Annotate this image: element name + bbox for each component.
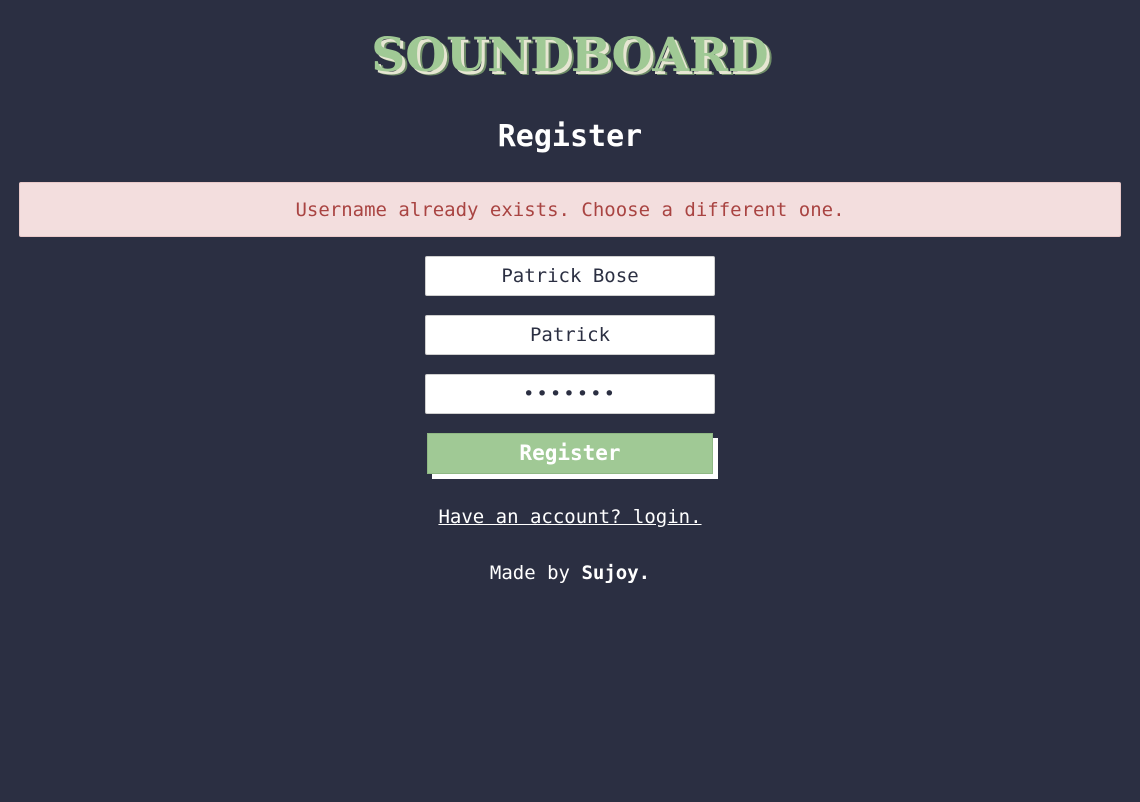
- footer-credit: Made by Sujoy.: [0, 559, 1140, 587]
- login-link-container: Have an account? login.: [0, 503, 1140, 532]
- error-alert: Username already exists. Choose a differ…: [19, 182, 1121, 237]
- page-title: Register: [497, 119, 643, 154]
- login-link[interactable]: Have an account? login.: [438, 506, 701, 528]
- register-button[interactable]: Register: [427, 433, 713, 474]
- app-logo: SOUNDBOARD: [371, 28, 769, 83]
- password-field[interactable]: [425, 374, 715, 414]
- name-field[interactable]: [425, 256, 715, 296]
- username-field[interactable]: [425, 315, 715, 355]
- footer-prefix: Made by: [489, 562, 582, 584]
- footer-author: Sujoy.: [581, 562, 651, 584]
